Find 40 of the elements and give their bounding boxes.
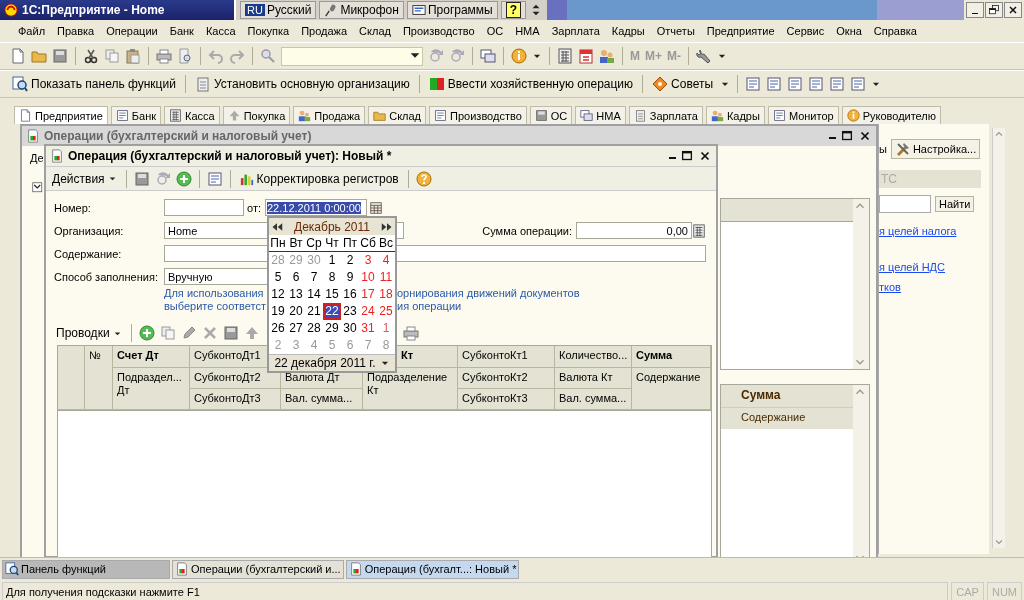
weekday-label: Пн: [269, 235, 287, 251]
field-label: Сумма операции:: [482, 224, 572, 237]
field-label: Способ заполнения:: [54, 270, 159, 283]
column-header: Сумма: [632, 346, 711, 368]
column-header: Содержание: [632, 368, 711, 410]
field-label: Номер:: [54, 201, 92, 214]
window-title: Операция (бухгалтерский и налоговый учет): Новый *: [68, 149, 393, 163]
column-header: СубконтоДт3: [190, 389, 281, 410]
column-header: Количество...: [555, 346, 632, 368]
column-header: Валюта Кт: [555, 368, 632, 389]
weekday-label: Пт: [341, 235, 359, 251]
hint-text: выберите соответст: [164, 300, 266, 312]
column-header: СубконтоКт3: [458, 389, 555, 410]
column-header: №: [85, 346, 113, 410]
weekday-label: Чт: [324, 235, 340, 251]
weekday-label: Ср: [305, 235, 323, 251]
column-header: Вал. сумма...: [555, 389, 632, 410]
text-fragment: ы: [879, 143, 887, 155]
key-indicator: NUM: [986, 581, 1022, 600]
hint-text: ия операции: [397, 300, 462, 313]
column-header: Подраздел... Дт: [113, 368, 190, 410]
column-header: Вал. сумма...: [281, 389, 363, 410]
status-hint: Для получения подсказки нажмите F1: [2, 581, 949, 600]
field-label: Содержание:: [54, 247, 123, 260]
text-fragment: Де: [30, 152, 44, 164]
column-header: Счет Дт: [113, 346, 190, 368]
weekday-label: Сб: [359, 235, 377, 251]
column-header: СубконтоКт1: [458, 346, 555, 368]
field-label: от:: [247, 201, 261, 214]
window-title: Операции (бухгалтерский и налоговый учет): [44, 129, 313, 143]
weekday-label: Вт: [288, 235, 304, 251]
column-header: СубконтоКт2: [458, 368, 555, 389]
calendar-month: Декабрь 2011: [294, 219, 370, 234]
weekday-label: Вс: [378, 235, 394, 251]
key-indicator: CAP: [951, 581, 984, 600]
section-header: ТС: [879, 170, 981, 188]
app-title: 1С:Предприятие - Home: [22, 3, 165, 17]
hint-text: орнирования движений документов: [397, 287, 580, 300]
field-label: Организация:: [54, 224, 125, 237]
hint-text: Для использования: [164, 287, 264, 299]
